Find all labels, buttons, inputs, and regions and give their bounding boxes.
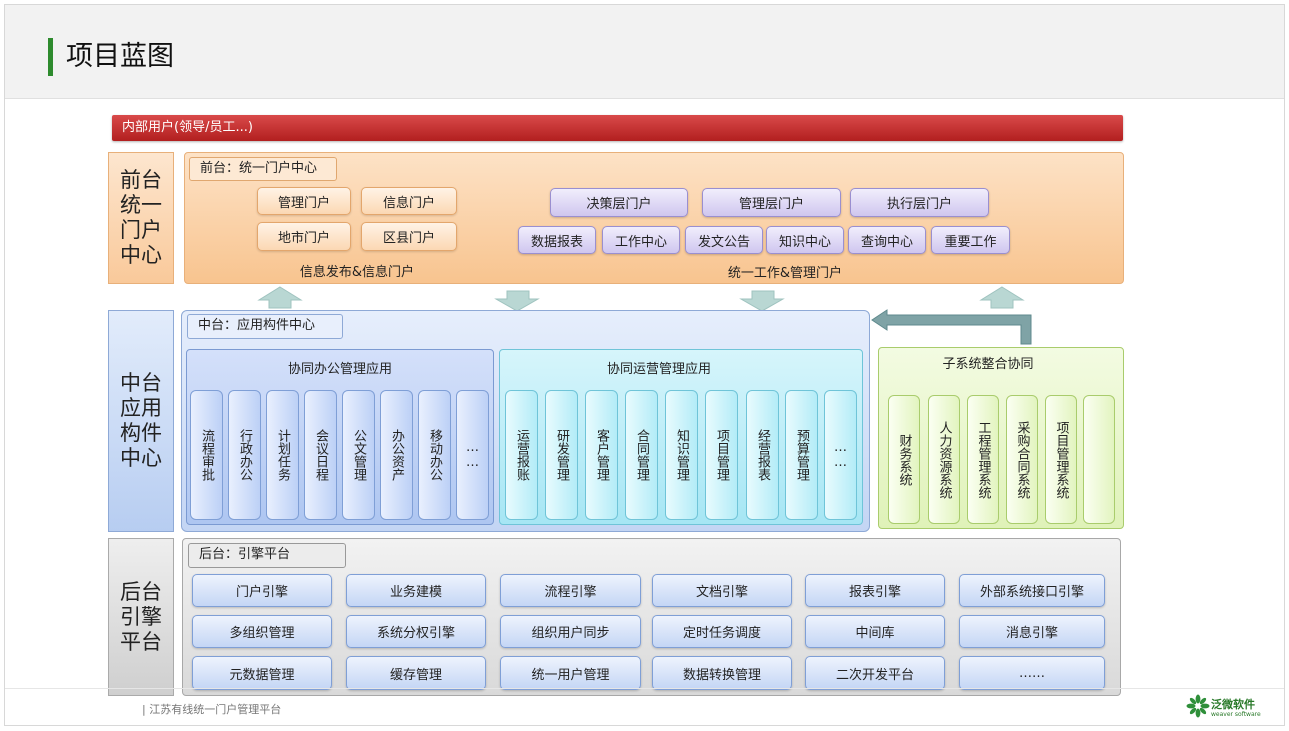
level-portal-button[interactable]: 执行层门户 — [850, 188, 989, 217]
engine-button[interactable]: 消息引擎 — [959, 615, 1105, 648]
engine-button[interactable]: 文档引擎 — [652, 574, 792, 607]
ops-app-item[interactable]: 运营报账 — [505, 390, 538, 520]
engine-button[interactable]: 业务建模 — [346, 574, 486, 607]
work-center-button[interactable]: 查询中心 — [848, 226, 926, 254]
subsystem-item[interactable]: 采购合同系统 — [1006, 395, 1038, 524]
ops-app-item[interactable]: 知识管理 — [665, 390, 698, 520]
subsystem-item[interactable]: 工程管理系统 — [967, 395, 999, 524]
ops-app-item[interactable]: 客户管理 — [585, 390, 618, 520]
layer-label-mid: 中台应用构件中心 — [108, 310, 174, 532]
ops-app-item[interactable]: …… — [824, 390, 857, 520]
logo-text: 泛微软件 — [1211, 698, 1255, 711]
office-app-item[interactable]: …… — [456, 390, 489, 520]
engine-button[interactable]: 外部系统接口引擎 — [959, 574, 1105, 607]
level-portal-button[interactable]: 决策层门户 — [550, 188, 688, 217]
office-app-item[interactable]: 计划任务 — [266, 390, 299, 520]
back-layer-tag: 后台：引擎平台 — [188, 543, 346, 568]
engine-button[interactable]: 流程引擎 — [500, 574, 641, 607]
office-app-item[interactable]: 行政办公 — [228, 390, 261, 520]
work-center-button[interactable]: 工作中心 — [602, 226, 680, 254]
engine-button[interactable]: 缓存管理 — [346, 656, 486, 690]
engine-button[interactable]: 统一用户管理 — [500, 656, 641, 690]
office-app-item[interactable]: 公文管理 — [342, 390, 375, 520]
internal-users-banner: 内部用户(领导/员工...) — [112, 115, 1123, 141]
office-app-item[interactable]: 办公资产 — [380, 390, 413, 520]
office-app-item[interactable]: 移动办公 — [418, 390, 451, 520]
office-app-title: 协同办公管理应用 — [287, 362, 392, 377]
subsystem-item[interactable] — [1083, 395, 1115, 524]
work-center-button[interactable]: 数据报表 — [518, 226, 596, 254]
engine-button[interactable]: 报表引擎 — [805, 574, 945, 607]
ops-app-item[interactable]: 项目管理 — [705, 390, 738, 520]
office-app-item[interactable]: 会议日程 — [304, 390, 337, 520]
subsystem-item[interactable]: 项目管理系统 — [1045, 395, 1077, 524]
ops-app-item[interactable]: 预算管理 — [785, 390, 818, 520]
logo-subtext: weaver software — [1211, 711, 1261, 718]
engine-button[interactable]: 二次开发平台 — [805, 656, 945, 690]
subsystem-item[interactable]: 人力资源系统 — [928, 395, 960, 524]
footer-text: | 江苏有线统一门户管理平台 — [142, 703, 282, 716]
engine-button[interactable]: 门户引擎 — [192, 574, 332, 607]
work-center-button[interactable]: 重要工作 — [931, 226, 1010, 254]
ops-app-item[interactable]: 研发管理 — [545, 390, 578, 520]
header-band — [5, 5, 1284, 99]
portal-button[interactable]: 地市门户 — [257, 222, 351, 251]
title-accent-bar — [48, 38, 53, 76]
office-app-item[interactable]: 流程审批 — [190, 390, 223, 520]
engine-button[interactable]: 数据转换管理 — [652, 656, 792, 690]
engine-button[interactable]: 组织用户同步 — [500, 615, 641, 648]
ops-app-item[interactable]: 经营报表 — [746, 390, 779, 520]
engine-button[interactable]: 多组织管理 — [192, 615, 332, 648]
level-portal-button[interactable]: 管理层门户 — [702, 188, 841, 217]
layer-label-front: 前台统一门户中心 — [108, 152, 174, 284]
portal-button[interactable]: 区县门户 — [361, 222, 457, 251]
weaver-logo-icon — [1186, 694, 1210, 718]
work-center-button[interactable]: 知识中心 — [766, 226, 844, 254]
subsystem-title: 子系统整合协同 — [942, 357, 1034, 372]
layer-label-back: 后台引擎平台 — [108, 538, 174, 696]
page-title: 项目蓝图 — [66, 41, 174, 72]
mid-layer-tag: 中台：应用构件中心 — [187, 314, 343, 339]
work-center-button[interactable]: 发文公告 — [685, 226, 763, 254]
footer-divider — [5, 688, 1284, 689]
front-layer-tag: 前台：统一门户中心 — [189, 157, 337, 181]
engine-button[interactable]: …… — [959, 656, 1105, 690]
portal-button[interactable]: 管理门户 — [257, 187, 351, 215]
portal-button[interactable]: 信息门户 — [361, 187, 457, 215]
ops-app-title: 协同运营管理应用 — [606, 362, 711, 377]
ops-app-item[interactable]: 合同管理 — [625, 390, 658, 520]
subsystem-item[interactable]: 财务系统 — [888, 395, 920, 524]
engine-button[interactable]: 中间库 — [805, 615, 945, 648]
engine-button[interactable]: 元数据管理 — [192, 656, 332, 690]
front-left-caption: 信息发布&信息门户 — [299, 265, 415, 280]
engine-button[interactable]: 系统分权引擎 — [346, 615, 486, 648]
engine-button[interactable]: 定时任务调度 — [652, 615, 792, 648]
front-right-caption: 统一工作&管理门户 — [727, 266, 843, 281]
